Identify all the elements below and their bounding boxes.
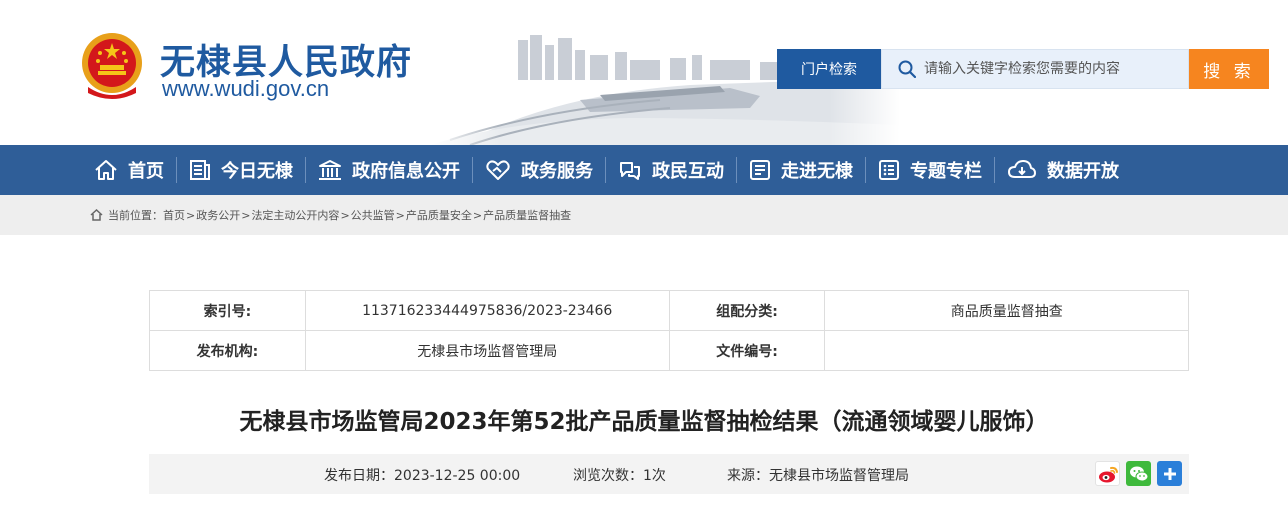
breadcrumb: 当前位置： 首页 > 政务公开 > 法定主动公开内容 > 公共监管 > 产品质量安全 > … (0, 195, 1288, 235)
nav-item-gov-info[interactable]: 政府信息公开 (306, 145, 472, 195)
chat-icon (620, 162, 640, 180)
nav-label: 政务服务 (521, 161, 593, 182)
site-header: 无棣县人民政府 www.wudi.gov.cn 门户检索 搜 索 (0, 0, 1288, 145)
more-share-button[interactable] (1157, 461, 1182, 486)
building-icon (319, 160, 341, 180)
search-input[interactable] (924, 61, 1184, 77)
breadcrumb-item[interactable]: 产品质量监督抽查 (483, 207, 571, 223)
article-title: 无棣县市场监管局2023年第52批产品质量监督抽检结果（流通领域婴儿服饰） (239, 409, 1049, 435)
nav-item-topics[interactable]: 专题专栏 (866, 145, 994, 195)
search-area: 门户检索 搜 索 (777, 49, 1269, 89)
news-icon (190, 160, 210, 180)
nav-label: 今日无棣 (221, 161, 293, 182)
wechat-share-button[interactable] (1126, 461, 1151, 486)
index-value: 113716233444975836/2023-23466 (304, 290, 670, 331)
handshake-icon (486, 160, 510, 180)
breadcrumb-separator: > (241, 208, 251, 222)
home-icon (95, 160, 117, 180)
breadcrumb-item[interactable]: 首页 (163, 207, 185, 223)
publisher-value: 无棣县市场监督管理局 (304, 330, 670, 371)
more-share-icon (1163, 467, 1176, 480)
view-count: 浏览次数：1次 (573, 465, 666, 485)
document-info-table: 索引号: 113716233444975836/2023-23466 组配分类:… (149, 290, 1189, 371)
site-url[interactable]: www.wudi.gov.cn (162, 76, 329, 102)
nav-label: 政民互动 (652, 161, 724, 182)
source-value: 无棣县市场监督管理局 (769, 468, 909, 484)
search-icon (898, 60, 916, 78)
date-label: 发布日期： (324, 468, 394, 484)
source-label: 来源： (727, 468, 769, 484)
main-nav: 首页 今日无棣 政府信息公开 政务服务 政民互动 走进无棣 专题专栏 数据开放 (0, 145, 1288, 195)
nav-label: 数据开放 (1047, 161, 1119, 182)
date-value: 2023-12-25 00:00 (394, 468, 521, 484)
docno-value (824, 330, 1189, 371)
portal-search-button[interactable]: 门户检索 (777, 49, 881, 89)
views-value: 1次 (643, 468, 666, 484)
national-emblem-icon (82, 33, 142, 99)
cloud-download-icon (1008, 160, 1036, 178)
breadcrumb-separator: > (186, 208, 196, 222)
nav-item-today[interactable]: 今日无棣 (177, 145, 305, 195)
breadcrumb-item[interactable]: 公共监管 (351, 207, 395, 223)
nav-label: 专题专栏 (910, 161, 982, 182)
index-label: 索引号: (149, 290, 306, 331)
weibo-icon (1098, 466, 1118, 482)
nav-label: 首页 (128, 161, 164, 182)
breadcrumb-prefix: 当前位置： (108, 209, 163, 222)
list-icon (879, 160, 899, 180)
nav-item-about[interactable]: 走进无棣 (737, 145, 865, 195)
views-label: 浏览次数： (573, 468, 643, 484)
nav-label: 走进无棣 (781, 161, 853, 182)
category-value: 商品质量监督抽查 (824, 290, 1189, 331)
breadcrumb-item[interactable]: 法定主动公开内容 (251, 207, 339, 223)
breadcrumb-separator: > (340, 208, 350, 222)
publisher-label: 发布机构: (149, 330, 306, 371)
nav-item-data[interactable]: 数据开放 (995, 145, 1131, 195)
nav-item-home[interactable]: 首页 (82, 145, 176, 195)
breadcrumb-separator: > (395, 208, 405, 222)
nav-label: 政府信息公开 (352, 161, 460, 182)
category-label: 组配分类: (668, 290, 826, 331)
table-row: 发布机构: 无棣县市场监督管理局 文件编号: (149, 330, 1189, 371)
wechat-icon (1129, 466, 1148, 481)
search-button[interactable]: 搜 索 (1189, 49, 1269, 89)
weibo-share-button[interactable] (1095, 461, 1120, 486)
breadcrumb-separator: > (472, 208, 483, 222)
home-icon (90, 209, 103, 221)
article-source: 来源：无棣县市场监督管理局 (727, 465, 909, 485)
nav-item-services[interactable]: 政务服务 (473, 145, 605, 195)
breadcrumb-item[interactable]: 政务公开 (196, 207, 240, 223)
breadcrumb-item[interactable]: 产品质量安全 (406, 207, 472, 223)
table-row: 索引号: 113716233444975836/2023-23466 组配分类:… (149, 290, 1189, 331)
publish-date: 发布日期：2023-12-25 00:00 (324, 465, 520, 485)
document-icon (750, 160, 770, 180)
docno-label: 文件编号: (668, 330, 826, 371)
nav-item-interaction[interactable]: 政民互动 (606, 145, 736, 195)
article-meta-bar: 发布日期：2023-12-25 00:00 浏览次数：1次 来源：无棣县市场监督… (149, 454, 1189, 494)
search-box (881, 49, 1189, 89)
